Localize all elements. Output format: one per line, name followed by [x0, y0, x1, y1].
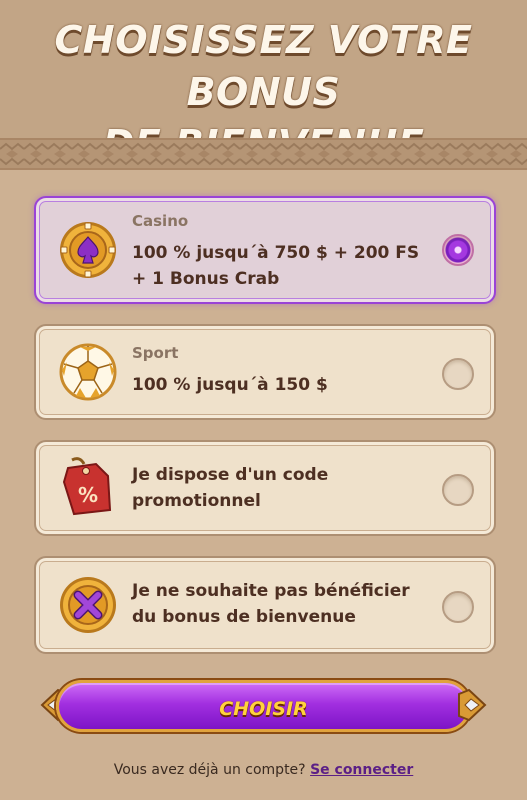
cross-coin-icon — [58, 575, 118, 635]
zigzag-pattern-icon — [0, 140, 527, 168]
header: CHOISISSEZ VOTRE BONUS DE BIENVENUE — [0, 0, 527, 166]
casino-spade-coin-icon — [58, 220, 118, 280]
bonus-option-casino[interactable]: Casino 100 % jusqu´à 750 $ + 200 FS + 1 … — [34, 196, 496, 304]
login-question: Vous avez déjà un compte? — [113, 762, 306, 778]
decorative-band — [0, 138, 527, 170]
option-category: Sport — [132, 344, 179, 362]
option-text: Je ne souhaite pas bénéficier du bonus d… — [132, 581, 410, 627]
bonus-option-no-bonus[interactable]: Je ne souhaite pas bénéficier du bonus d… — [34, 556, 496, 654]
title-line-1: CHOISISSEZ VOTRE BONUS — [54, 18, 473, 114]
radio-unselected[interactable] — [442, 591, 474, 623]
radio-selected[interactable] — [442, 234, 474, 266]
option-text: Je dispose d'un code promotionnel — [132, 465, 329, 511]
choose-button[interactable]: CHOISIR — [56, 680, 471, 732]
login-link[interactable]: Se connecter — [310, 762, 413, 778]
option-text: 100 % jusqu´à 150 $ — [132, 375, 328, 395]
radio-unselected[interactable] — [442, 358, 474, 390]
bonus-option-sport[interactable]: Sport 100 % jusqu´à 150 $ — [34, 324, 496, 420]
option-category: Casino — [132, 212, 189, 230]
svg-text:%: % — [78, 483, 98, 507]
percent-tag-icon: % — [58, 456, 118, 516]
option-text: 100 % jusqu´à 750 $ + 200 FS + 1 Bonus C… — [132, 243, 420, 289]
radio-unselected[interactable] — [442, 474, 474, 506]
choose-button-wrapper: CHOISIR — [40, 676, 487, 736]
button-right-ornament-icon — [458, 688, 487, 722]
bonus-option-promo-code[interactable]: % Je dispose d'un code promotionnel — [34, 440, 496, 536]
soccer-ball-icon — [58, 342, 118, 402]
login-prompt: Vous avez déjà un compte? Se connecter — [0, 762, 527, 778]
